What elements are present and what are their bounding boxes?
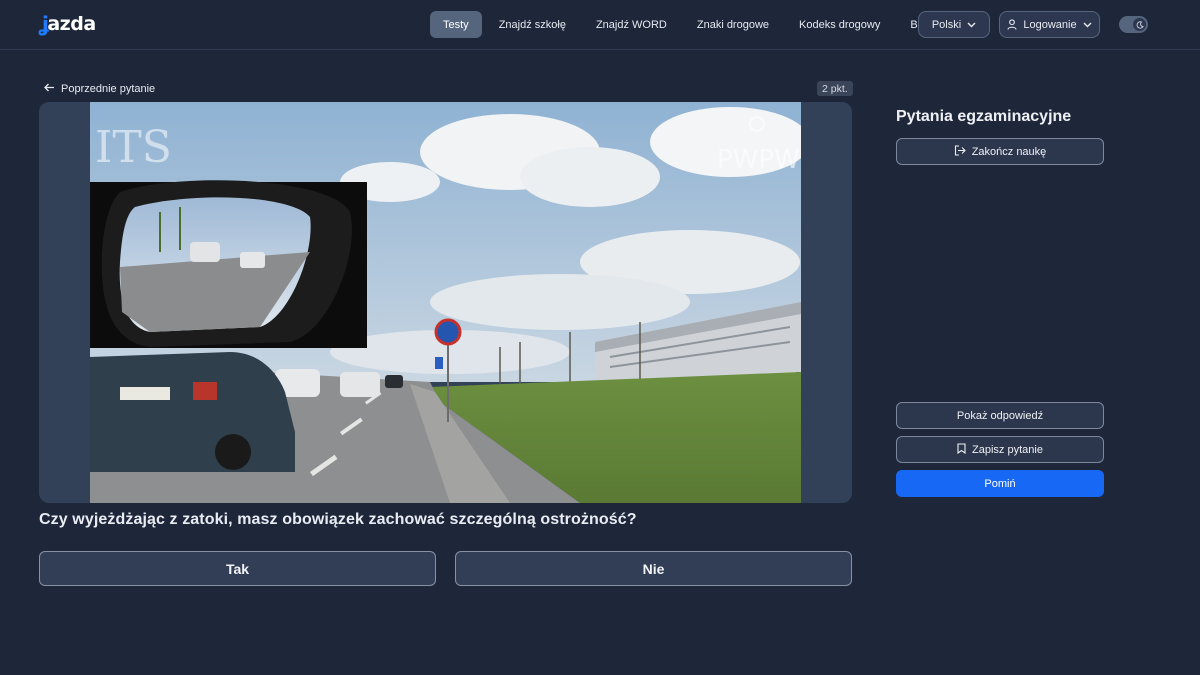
language-select[interactable]: Polski [918,11,990,38]
nav-road-code[interactable]: Kodeks drogowy [786,11,893,38]
language-label: Polski [931,18,962,31]
previous-question-label: Poprzednie pytanie [61,83,156,95]
arrow-left-icon [44,83,55,95]
end-learning-button[interactable]: Zakończ naukę [896,138,1104,165]
end-learning-label: Zakończ naukę [971,145,1047,158]
chevron-down-icon [967,22,976,28]
sidebar-title: Pytania egzaminacyjne [896,108,1072,125]
show-answer-label: Pokaż odpowiedź [956,409,1044,422]
theme-toggle[interactable] [1119,16,1148,33]
exit-icon [954,144,966,159]
skip-label: Pomiń [984,477,1016,490]
main-nav: Testy Znajdź szkołę Znajdź WORD Znaki dr… [430,11,949,38]
bookmark-icon [957,442,966,457]
chevron-down-icon [1083,22,1092,28]
previous-question-link[interactable]: Poprzednie pytanie [44,81,155,97]
question-media-card: ITS PWPW [39,102,852,503]
its-watermark: ITS [95,122,172,173]
skip-button[interactable]: Pomiń [896,470,1104,497]
pwpw-watermark: PWPW [717,145,800,175]
save-question-button[interactable]: Zapisz pytanie [896,436,1104,463]
show-answer-button[interactable]: Pokaż odpowiedź [896,402,1104,429]
nav-road-signs[interactable]: Znaki drogowe [684,11,782,38]
top-navbar: ʝ azda Testy Znajdź szkołę Znajdź WORD Zn… [0,0,1200,50]
nav-find-word[interactable]: Znajdź WORD [583,11,680,38]
question-image: ITS PWPW [90,102,801,503]
user-icon [1007,19,1017,30]
answer-yes-button[interactable]: Tak [39,551,436,586]
nav-tests[interactable]: Testy [430,11,482,38]
site-logo[interactable]: ʝ azda [42,12,96,36]
road-scene-illustration: ITS PWPW [90,102,801,503]
login-button[interactable]: Logowanie [999,11,1100,38]
question-text: Czy wyjeżdżając z zatoki, masz obowiązek… [39,511,637,528]
moon-icon [1133,18,1146,31]
answer-no-button[interactable]: Nie [455,551,852,586]
login-label: Logowanie [1023,18,1077,31]
nav-find-school[interactable]: Znajdź szkołę [486,11,579,38]
save-question-label: Zapisz pytanie [972,443,1043,456]
points-badge: 2 pkt. [817,81,853,96]
